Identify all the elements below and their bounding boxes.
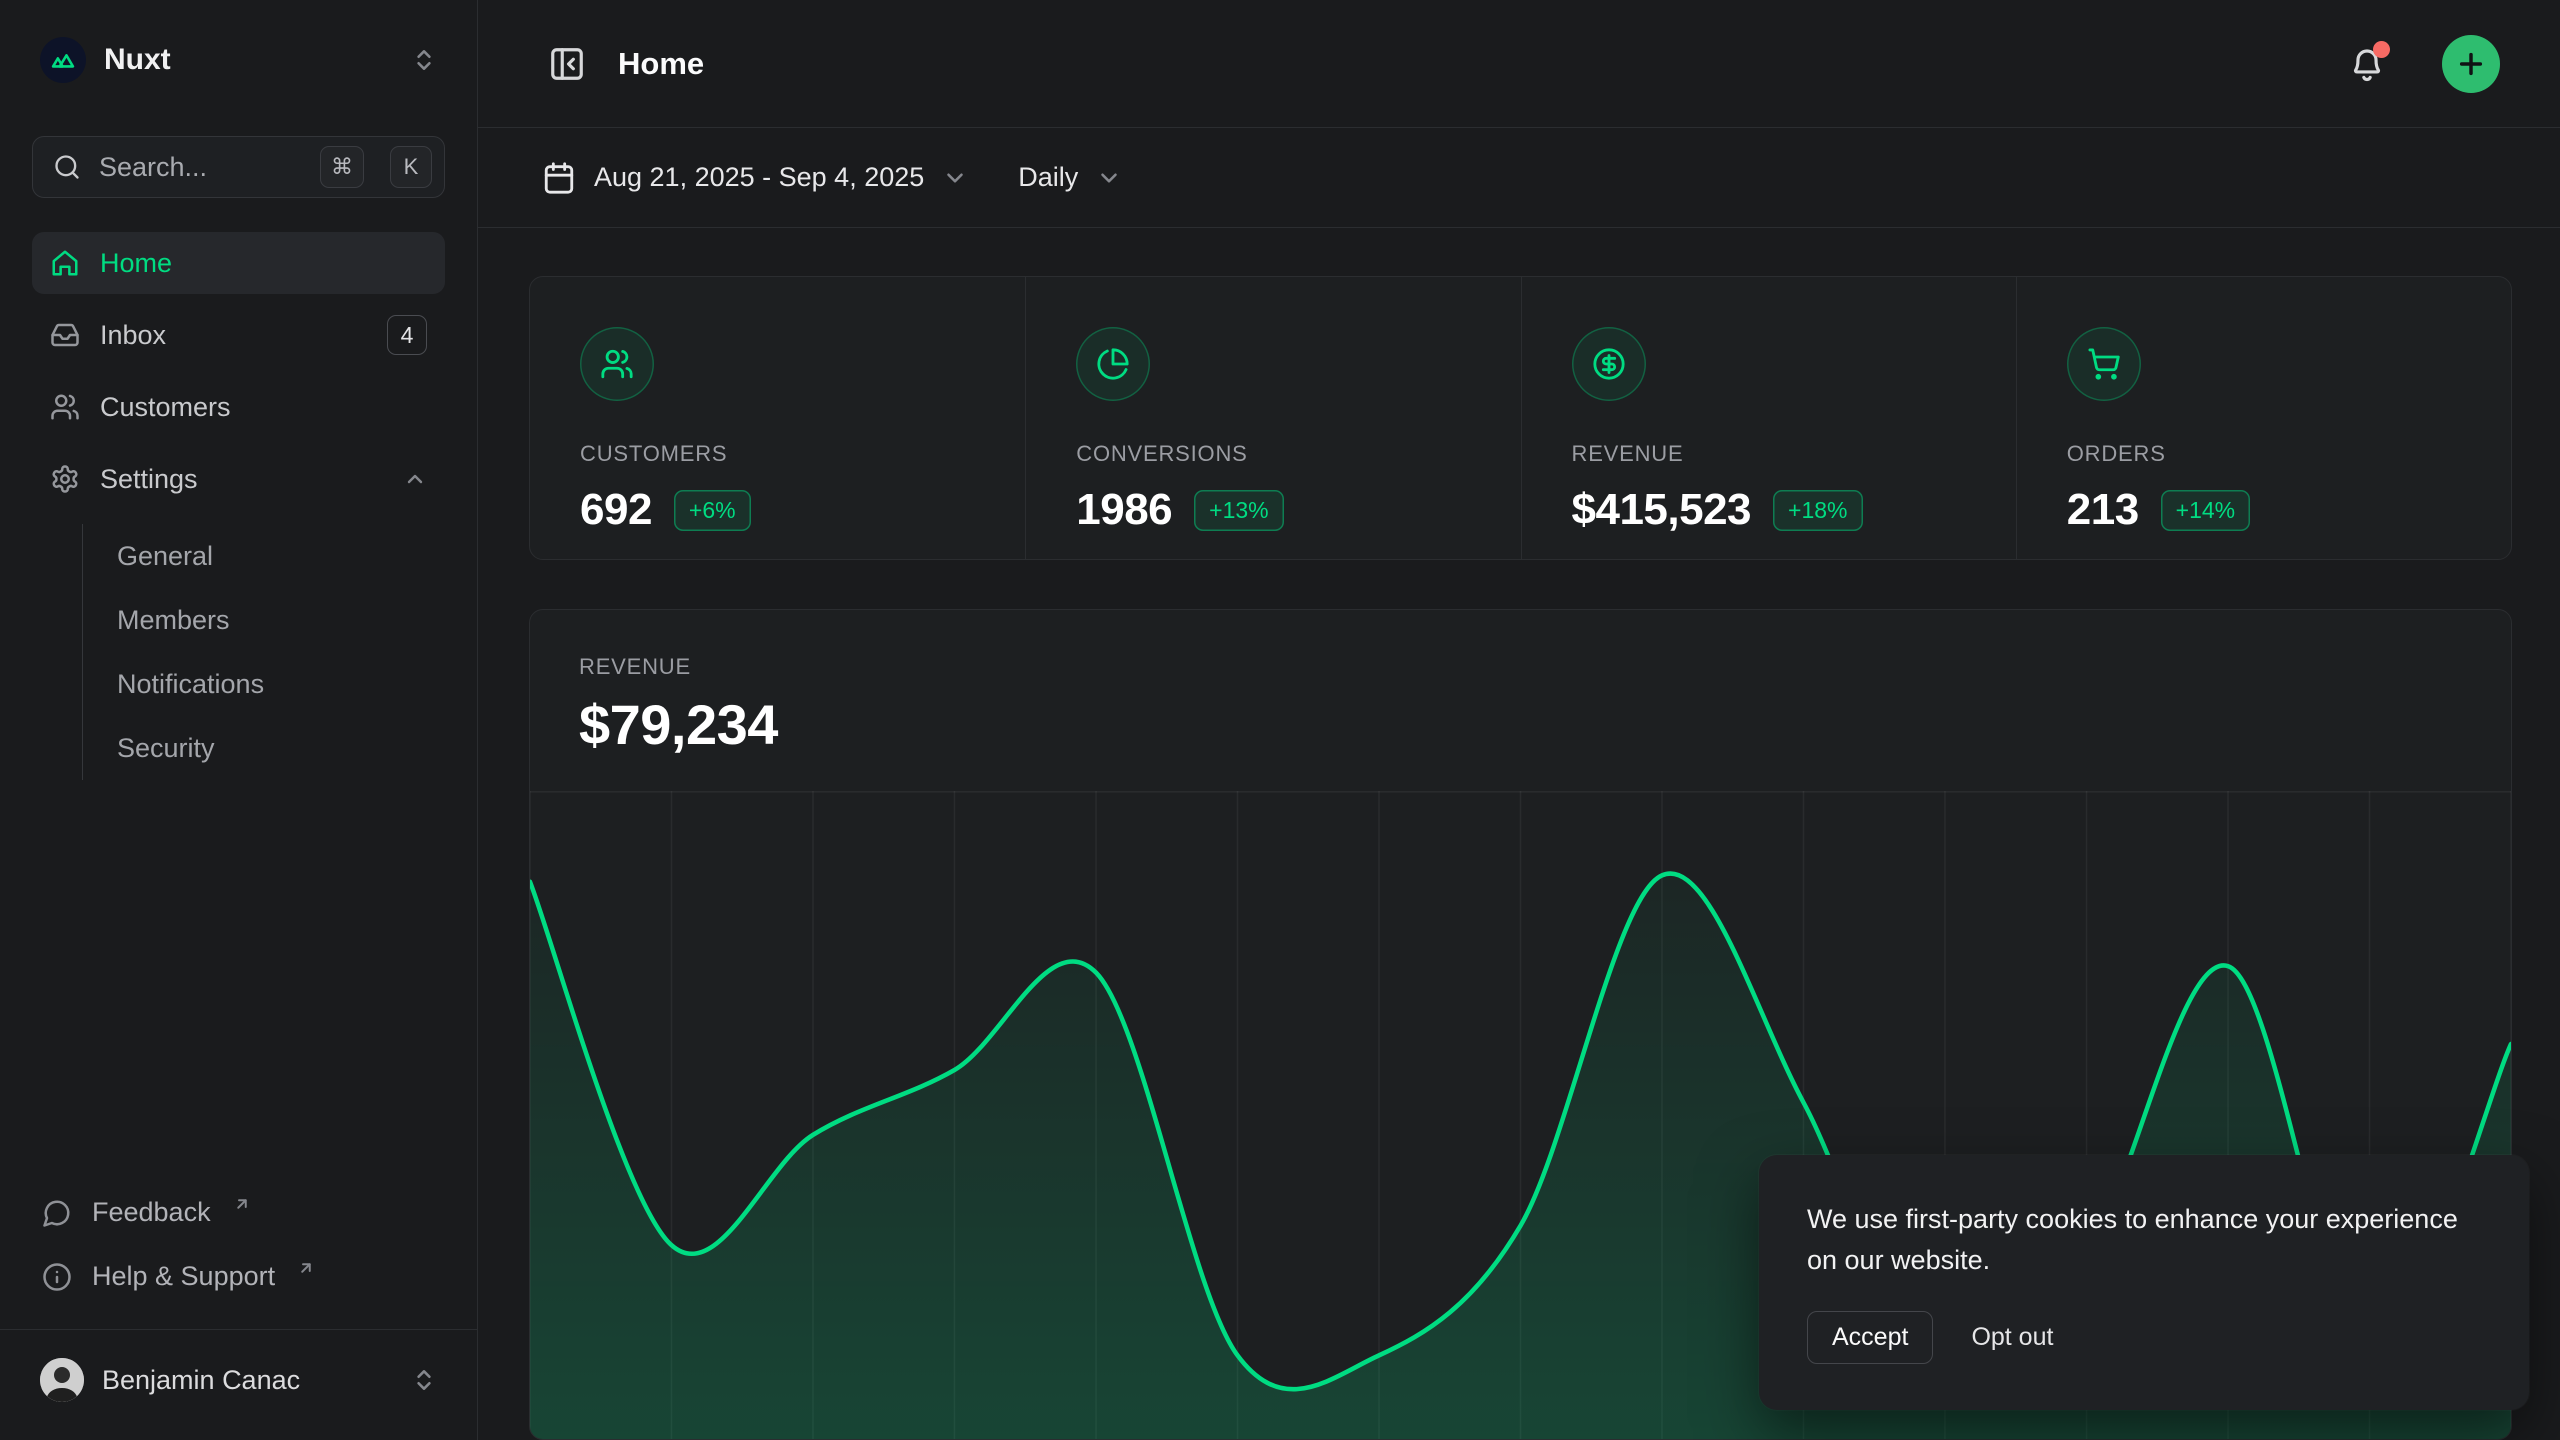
feedback-link[interactable]: Feedback <box>32 1181 445 1245</box>
stat-delta-badge: +14% <box>2161 490 2250 531</box>
stat-orders[interactable]: ORDERS 213 +14% <box>2016 277 2511 559</box>
chevrons-up-down-icon <box>411 1367 437 1393</box>
stat-label: CONVERSIONS <box>1076 441 1470 467</box>
sidebar-footer: Feedback Help & Support Benjamin Canac <box>32 1181 445 1417</box>
toolbar: Aug 21, 2025 - Sep 4, 2025 Daily <box>478 128 2560 228</box>
revenue-card-header: REVENUE $79,234 <box>530 610 2511 757</box>
stat-label: ORDERS <box>2067 441 2461 467</box>
stat-value: $415,523 <box>1572 485 1752 535</box>
settings-subnav: General Members Notifications Security <box>82 524 445 780</box>
opt-out-button[interactable]: Opt out <box>1971 1323 2053 1352</box>
stat-value: 692 <box>580 485 652 535</box>
page-title: Home <box>618 46 2316 82</box>
external-link-arrow-icon <box>297 1259 315 1277</box>
search-input[interactable]: Search... ⌘ K <box>32 136 445 198</box>
accept-button[interactable]: Accept <box>1807 1311 1933 1364</box>
user-menu[interactable]: Benjamin Canac <box>32 1344 445 1416</box>
shopping-cart-icon <box>2067 327 2141 401</box>
kbd-k: K <box>390 146 432 188</box>
sidebar-item-label: Home <box>100 248 427 279</box>
help-support-label: Help & Support <box>92 1261 275 1292</box>
cookie-actions: Accept Opt out <box>1807 1311 2481 1364</box>
search-placeholder: Search... <box>99 152 302 183</box>
sidebar-item-home[interactable]: Home <box>32 232 445 294</box>
brand-name: Nuxt <box>104 43 393 77</box>
main-panel: Home Aug 21, 2025 - Sep 4, 2025 Daily <box>478 0 2560 1440</box>
page-header: Home <box>478 0 2560 128</box>
sidebar-item-notifications[interactable]: Notifications <box>117 652 445 716</box>
stat-conversions[interactable]: CONVERSIONS 1986 +13% <box>1025 277 1520 559</box>
stat-delta-badge: +13% <box>1194 490 1283 531</box>
notification-dot <box>2373 41 2390 58</box>
add-button[interactable] <box>2442 35 2500 93</box>
users-icon <box>50 392 80 422</box>
chevron-down-icon <box>942 165 968 191</box>
stat-revenue[interactable]: REVENUE $415,523 +18% <box>1521 277 2016 559</box>
revenue-total: $79,234 <box>579 692 2462 757</box>
sidebar-item-members[interactable]: Members <box>117 588 445 652</box>
circle-dollar-icon <box>1572 327 1646 401</box>
chevron-down-icon <box>1096 165 1122 191</box>
users-icon <box>580 327 654 401</box>
stat-value: 1986 <box>1076 485 1172 535</box>
gear-icon <box>50 464 80 494</box>
inbox-icon <box>50 320 80 350</box>
info-icon <box>42 1262 72 1292</box>
avatar <box>40 1358 84 1402</box>
panel-left-icon <box>548 45 586 83</box>
cookie-toast: We use first-party cookies to enhance yo… <box>1759 1155 2529 1410</box>
calendar-icon <box>542 161 576 195</box>
pie-chart-icon <box>1076 327 1150 401</box>
date-range-picker[interactable]: Aug 21, 2025 - Sep 4, 2025 <box>542 161 968 195</box>
sidebar-item-customers[interactable]: Customers <box>32 376 445 438</box>
collapse-sidebar-button[interactable] <box>542 39 592 89</box>
search-icon <box>53 153 81 181</box>
help-support-link[interactable]: Help & Support <box>32 1245 445 1309</box>
revenue-label: REVENUE <box>579 654 2462 680</box>
sidebar-item-label: Customers <box>100 392 427 423</box>
inbox-count-badge: 4 <box>387 315 427 355</box>
granularity-label: Daily <box>1018 162 1078 193</box>
sidebar-item-settings[interactable]: Settings <box>32 448 445 510</box>
stat-customers[interactable]: CUSTOMERS 692 +6% <box>530 277 1025 559</box>
sidebar-item-label: Inbox <box>100 320 367 351</box>
home-icon <box>50 248 80 278</box>
feedback-label: Feedback <box>92 1197 211 1228</box>
plus-icon <box>2455 48 2487 80</box>
sidebar-item-inbox[interactable]: Inbox 4 <box>32 304 445 366</box>
cookie-message: We use first-party cookies to enhance yo… <box>1807 1199 2481 1281</box>
sidebar-nav: Home Inbox 4 Customers Settings Genera <box>32 232 445 780</box>
sidebar: Nuxt Search... ⌘ K Home Inbox 4 <box>0 0 478 1440</box>
stat-value: 213 <box>2067 485 2139 535</box>
stat-label: REVENUE <box>1572 441 1966 467</box>
chevrons-up-down-icon <box>411 47 437 73</box>
sidebar-item-security[interactable]: Security <box>117 716 445 780</box>
chevron-up-icon <box>403 467 427 491</box>
stat-delta-badge: +18% <box>1773 490 1862 531</box>
date-range-label: Aug 21, 2025 - Sep 4, 2025 <box>594 162 924 193</box>
divider <box>0 1329 477 1331</box>
sidebar-item-general[interactable]: General <box>117 524 445 588</box>
notifications-button[interactable] <box>2342 39 2392 89</box>
team-switcher[interactable]: Nuxt <box>32 30 445 90</box>
user-name: Benjamin Canac <box>102 1365 393 1396</box>
kbd-cmd: ⌘ <box>320 146 364 188</box>
stat-label: CUSTOMERS <box>580 441 975 467</box>
stat-delta-badge: +6% <box>674 490 751 531</box>
sidebar-item-label: Settings <box>100 464 383 495</box>
message-icon <box>42 1198 72 1228</box>
external-link-arrow-icon <box>233 1195 251 1213</box>
stats-row: CUSTOMERS 692 +6% CONVERSIONS 1986 +13% <box>529 276 2512 560</box>
nuxt-logo <box>40 37 86 83</box>
granularity-select[interactable]: Daily <box>1018 162 1122 193</box>
